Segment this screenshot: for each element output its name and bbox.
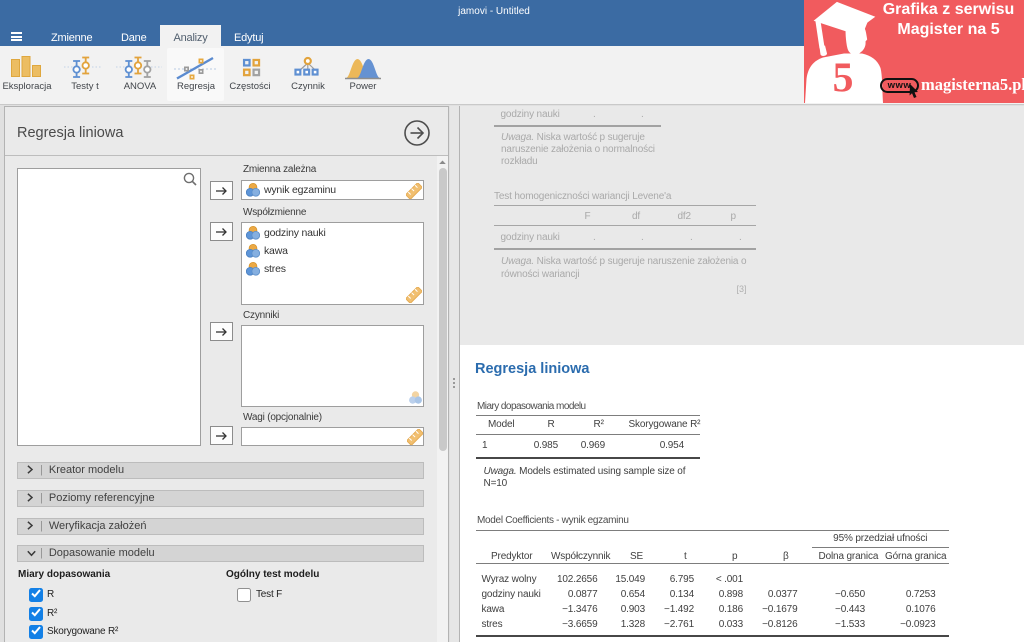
svg-text:5: 5	[833, 56, 854, 102]
